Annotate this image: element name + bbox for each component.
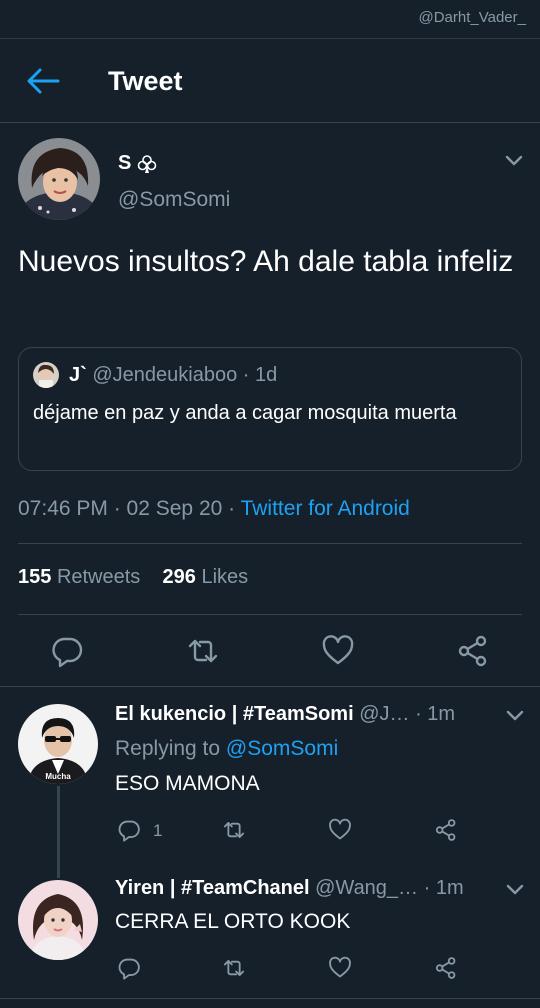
likes-label: Likes <box>201 566 249 588</box>
reply-time: · 1m <box>423 877 464 899</box>
tweet-metadata: 07:46 PM · 02 Sep 20 · Twitter for Andro… <box>18 497 410 521</box>
tweet-source-link[interactable]: Twitter for Android <box>241 497 410 520</box>
reply-text: CERRA EL ORTO KOOK <box>115 910 351 933</box>
reply-count: 1 <box>153 821 163 840</box>
reply-author-handle[interactable]: @Wang_… <box>315 877 418 899</box>
reply-icon[interactable] <box>117 956 141 980</box>
reply-author-handle[interactable]: @J… <box>359 703 409 725</box>
likes-count: 296 <box>162 566 196 588</box>
share-icon[interactable] <box>456 634 490 668</box>
replying-to-label: Replying to <box>115 737 226 760</box>
tweet-text: Nuevos insultos? Ah dale tabla infeliz <box>18 245 514 278</box>
back-arrow-icon[interactable] <box>24 66 60 96</box>
replying-to: Replying to @SomSomi <box>115 737 338 761</box>
club-suit-icon <box>137 154 157 174</box>
reply-avatar[interactable] <box>18 880 98 960</box>
retweet-icon[interactable] <box>222 956 246 980</box>
reply-icon[interactable] <box>50 634 84 668</box>
reply-header: Yiren | #TeamChanel @Wang_… · 1m <box>115 877 464 900</box>
page-title: Tweet <box>108 66 183 96</box>
author-handle[interactable]: @SomSomi <box>118 188 230 212</box>
replying-to-mention[interactable]: @SomSomi <box>226 737 338 760</box>
chevron-down-icon[interactable] <box>505 883 525 897</box>
quoted-tweet-text: déjame en paz y anda a cagar mosquita mu… <box>33 402 457 424</box>
quoted-tweet-card[interactable]: J` @Jendeukiaboo · 1d déjame en paz y an… <box>18 347 522 471</box>
author-name[interactable]: S <box>118 152 157 175</box>
likes-stat[interactable]: 296 Likes <box>163 566 249 588</box>
retweets-count: 155 <box>18 566 52 588</box>
retweets-label: Retweets <box>56 566 141 588</box>
like-icon[interactable] <box>321 634 355 668</box>
reply-author-name[interactable]: El kukencio | #TeamSomi <box>115 703 354 725</box>
author-avatar[interactable] <box>18 138 100 220</box>
header-divider <box>0 122 540 123</box>
chevron-down-icon[interactable] <box>504 154 524 168</box>
app-header: Tweet <box>0 52 540 110</box>
quoted-author-avatar <box>33 362 59 388</box>
author-name-text: S <box>118 152 132 174</box>
divider <box>18 543 522 544</box>
quoted-author-name: J` <box>69 364 87 386</box>
reply-time: · 1m <box>415 703 456 725</box>
chevron-down-icon[interactable] <box>505 709 525 723</box>
reply-author-name[interactable]: Yiren | #TeamChanel <box>115 877 310 899</box>
divider <box>0 998 540 999</box>
share-icon[interactable] <box>434 956 458 980</box>
reply-icon[interactable] <box>117 818 141 842</box>
tweet-stats: 155 Retweets 296 Likes <box>18 566 248 589</box>
reply-text: ESO MAMONA <box>115 772 260 795</box>
status-divider <box>0 38 540 39</box>
reply-header: El kukencio | #TeamSomi @J… · 1m <box>115 703 455 726</box>
reply-avatar[interactable]: Mucha <box>18 704 98 784</box>
like-icon[interactable] <box>328 818 352 842</box>
retweet-icon[interactable] <box>222 818 246 842</box>
retweet-icon[interactable] <box>186 634 220 668</box>
tweet-timestamp: 07:46 PM · 02 Sep 20 · <box>18 497 241 520</box>
share-icon[interactable] <box>434 818 458 842</box>
quoted-author-handle: @Jendeukiaboo · 1d <box>92 364 278 386</box>
divider <box>18 614 522 615</box>
like-icon[interactable] <box>328 956 352 980</box>
retweets-stat[interactable]: 155 Retweets <box>18 566 140 588</box>
reply-avatar-caption: Mucha <box>45 772 71 781</box>
watermark: @Darht_Vader_ <box>418 9 526 26</box>
divider <box>0 686 540 687</box>
quoted-tweet-header: J` @Jendeukiaboo · 1d <box>69 364 277 387</box>
thread-line <box>57 786 60 878</box>
